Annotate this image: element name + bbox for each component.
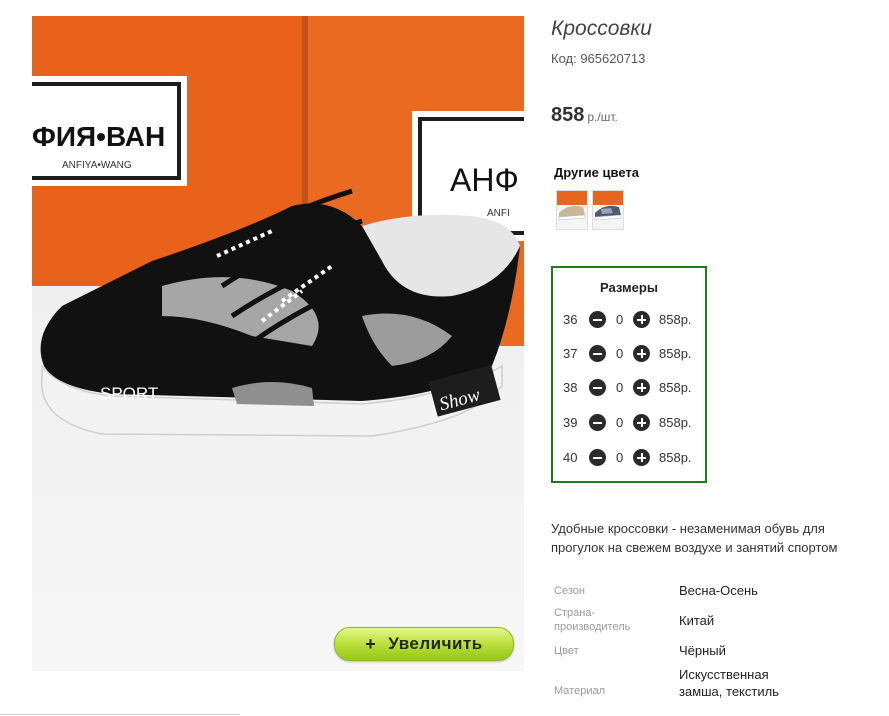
spec-value-country: Китай [679,613,715,628]
size-number: 38 [563,380,578,395]
plus-icon: + [365,633,377,654]
size-price: 858р. [659,312,692,327]
color-swatch-grey-blue[interactable] [592,190,624,230]
plus-icon[interactable] [633,345,650,362]
size-row: 37 0 858р. [553,345,705,363]
zoom-button-label: Увеличить [388,634,483,653]
color-swatch-beige[interactable] [556,190,588,230]
spec-label-color: Цвет [554,645,579,657]
box-brand-right: АНФ [450,162,519,198]
minus-icon[interactable] [589,414,606,431]
spec-label-country: Страна-производитель [554,607,631,633]
product-price: 858 р./шт. [551,104,618,127]
size-price: 858р. [659,380,692,395]
size-row: 40 0 858р. [553,449,705,467]
product-code: Код: 965620713 [551,51,646,66]
size-number: 40 [563,450,578,465]
size-number: 36 [563,312,578,327]
size-quantity: 0 [616,312,624,327]
plus-icon[interactable] [633,449,650,466]
box-brand-right-sub: ANFI [487,208,510,219]
price-unit: р./шт. [587,110,618,124]
product-description: Удобные кроссовки - незаменимая обувь дл… [551,521,838,555]
shoe-text-sport: SPORT [100,384,158,403]
minus-icon[interactable] [589,311,606,328]
minus-icon[interactable] [589,449,606,466]
spec-label-material: Материал [554,685,605,697]
product-photo[interactable]: ФИЯ•ВАН ANFIYA•WANG АНФ ANFI SPORT Show … [32,16,524,671]
sizes-title: Размеры [600,280,658,295]
size-quantity: 0 [616,415,624,430]
spec-label-season: Сезон [554,585,585,597]
plus-icon[interactable] [633,379,650,396]
plus-icon[interactable] [633,311,650,328]
color-swatches [556,190,624,230]
other-colors-title: Другие цвета [554,165,639,180]
divider [0,714,240,715]
size-price: 858р. [659,450,692,465]
size-quantity: 0 [616,380,624,395]
size-price: 858р. [659,415,692,430]
size-number: 39 [563,415,578,430]
size-row: 36 0 858р. [553,311,705,329]
sizes-box: Размеры 36 0 858р. 37 0 858р. 38 0 858р.… [551,266,707,483]
size-quantity: 0 [616,346,624,361]
plus-icon[interactable] [633,414,650,431]
size-row: 39 0 858р. [553,414,705,432]
sneaker-photo-illustration: ФИЯ•ВАН ANFIYA•WANG АНФ ANFI SPORT Show [32,16,524,671]
spec-value-season: Весна-Осень [679,583,758,598]
minus-icon[interactable] [589,379,606,396]
spec-value-color: Чёрный [679,643,726,658]
size-price: 858р. [659,346,692,361]
box-brand-left-sub: ANFIYA•WANG [62,160,132,171]
box-brand-left: ФИЯ•ВАН [32,121,165,152]
zoom-button[interactable]: + Увеличить [334,627,514,661]
size-quantity: 0 [616,450,624,465]
spec-value-material: Искусственная замша, текстиль [679,667,779,699]
size-number: 37 [563,346,578,361]
size-row: 38 0 858р. [553,379,705,397]
price-value: 858 [551,104,585,126]
product-title: Кроссовки [551,17,652,40]
minus-icon[interactable] [589,345,606,362]
